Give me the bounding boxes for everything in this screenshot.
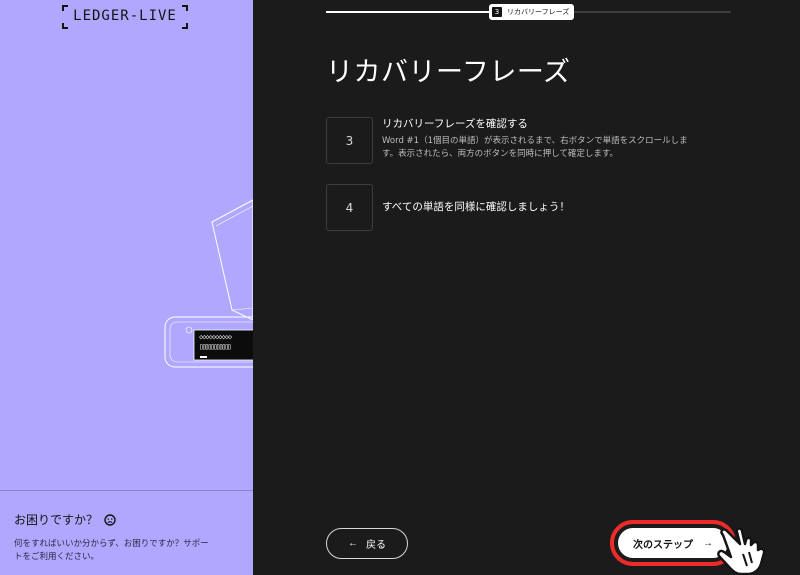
device-screen-dots: ◇◇◇◇◇◇◇◇◇◇	[199, 333, 232, 341]
back-button-label: 戻る	[366, 540, 386, 551]
arrow-left-icon: ←	[348, 538, 358, 549]
instruction-step: 3 リカバリーフレーズを確認する Word #1（1個目の単語）が表示されるまで…	[326, 117, 722, 164]
help-section: お困りですか？ 何をすればいいか分からず、お困りですか？サポー トをご利用くださ…	[0, 490, 253, 575]
step-body-line-2: す。表示されたら、両方のボタンを同時に押して確定します。	[382, 149, 619, 159]
step-number-box: 4	[326, 184, 373, 231]
arrow-right-icon: →	[703, 537, 713, 549]
step-body: Word #1（1個目の単語）が表示されるまで、右ボタンで単語をスクロールしま …	[382, 135, 722, 161]
help-description[interactable]: 何をすればいいか分からず、お困りですか？サポー トをご利用ください。	[14, 538, 239, 564]
page-title: リカバリーフレーズ	[326, 57, 571, 88]
next-step-label: 次のステップ	[633, 539, 693, 551]
back-button[interactable]: ← 戻る	[326, 528, 408, 559]
device-screen-boxes: ▯▯▯▯▯▯▯▯▯▯▯	[199, 342, 232, 351]
step-heading: リカバリーフレーズを確認する	[382, 118, 528, 130]
sad-face-icon[interactable]	[104, 513, 116, 526]
progress-step-number: 3	[492, 7, 502, 17]
step-number-box: 3	[326, 117, 373, 164]
help-title-row: お困りですか？	[14, 511, 239, 528]
device-illustration: ◇◇◇◇◇◇◇◇◇◇ ▯▯▯▯▯▯▯▯▯▯▯	[0, 190, 253, 390]
help-desc-line-2: トをご利用ください。	[14, 552, 100, 562]
instruction-step: 4 すべての単語を同様に確認しましょう！	[326, 184, 722, 231]
step-text: すべての単語を同様に確認しましょう！	[382, 184, 722, 231]
progress-step-label: リカバリーフレーズ	[507, 8, 570, 16]
progress-step-indicator: 3 リカバリーフレーズ	[489, 4, 575, 20]
ledger-live-logo: LEDGER-LIVE	[62, 5, 188, 29]
help-title: お困りですか？	[14, 513, 99, 527]
next-step-button[interactable]: 次のステップ →	[618, 528, 728, 558]
logo-text: LEDGER-LIVE	[73, 8, 177, 24]
step-heading: すべての単語を同様に確認しましょう！	[382, 201, 570, 213]
hand-pointer-icon	[717, 522, 777, 575]
step-text: リカバリーフレーズを確認する Word #1（1個目の単語）が表示されるまで、右…	[382, 117, 722, 164]
help-desc-line-1: 何をすればいいか分からず、お困りですか？サポー	[14, 539, 209, 549]
onboarding-sidebar: LEDGER-LIVE ◇◇◇◇◇◇◇◇◇◇ ▯▯▯▯▯▯▯▯▯▯▯ お困りです…	[0, 0, 253, 575]
progress-fill	[326, 11, 497, 13]
main-content: 3 リカバリーフレーズ リカバリーフレーズ 3 リカバリーフレーズを確認する W…	[253, 0, 800, 575]
step-body-line-1: Word #1（1個目の単語）が表示されるまで、右ボタンで単語をスクロールしま	[382, 136, 688, 146]
